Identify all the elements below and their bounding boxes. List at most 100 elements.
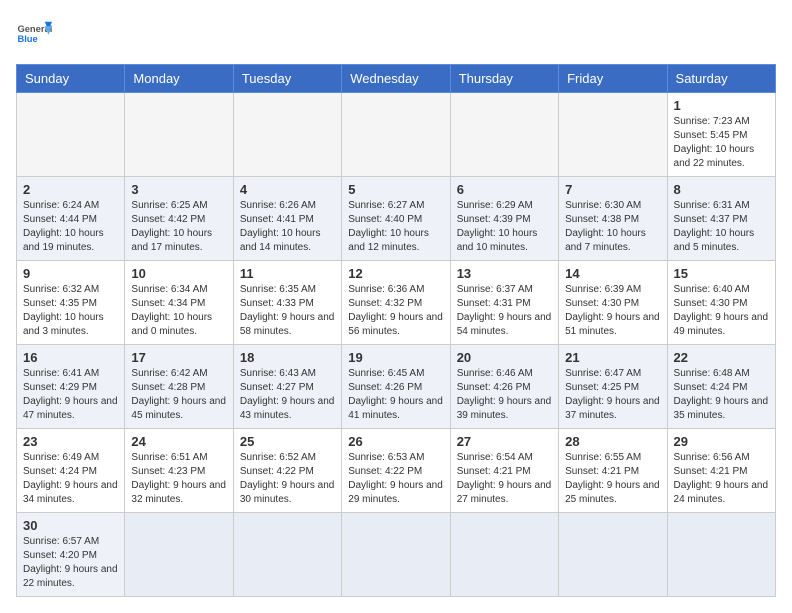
calendar-cell — [342, 93, 450, 177]
day-number: 21 — [565, 350, 660, 365]
day-info: Sunrise: 6:36 AM Sunset: 4:32 PM Dayligh… — [348, 283, 443, 339]
day-info: Sunrise: 6:45 AM Sunset: 4:26 PM Dayligh… — [348, 367, 443, 423]
calendar-cell: 4Sunrise: 6:26 AM Sunset: 4:41 PM Daylig… — [233, 177, 341, 261]
day-number: 10 — [131, 266, 226, 281]
calendar-cell: 3 Sunrise: 6:25 AM Sunset: 4:42 PM Daylig… — [125, 177, 233, 261]
day-number: 24 — [131, 434, 226, 449]
calendar-cell — [342, 513, 450, 597]
calendar-cell — [233, 93, 341, 177]
day-number: 3 — [131, 182, 226, 197]
day-number: 29 — [674, 434, 769, 449]
calendar-cell: 2 Sunrise: 6:24 AM Sunset: 4:44 PM Daylig… — [17, 177, 125, 261]
day-number: 30 — [23, 518, 118, 533]
logo: General Blue — [16, 16, 52, 52]
calendar-cell: 12 Sunrise: 6:36 AM Sunset: 4:32 PM Dayli… — [342, 261, 450, 345]
day-number: 12 — [348, 266, 443, 281]
day-number: 22 — [674, 350, 769, 365]
calendar-cell: 9 Sunrise: 6:32 AM Sunset: 4:35 PM Daylig… — [17, 261, 125, 345]
day-info: Sunrise: 6:25 AM Sunset: 4:42 PM Dayligh… — [131, 199, 226, 255]
day-number: 11 — [240, 266, 335, 281]
day-number: 6 — [457, 182, 552, 197]
calendar-cell: 10 Sunrise: 6:34 AM Sunset: 4:34 PM Dayli… — [125, 261, 233, 345]
calendar-cell — [450, 93, 558, 177]
day-info: Sunrise: 6:34 AM Sunset: 4:34 PM Dayligh… — [131, 283, 226, 339]
day-info: Sunrise: 6:48 AM Sunset: 4:24 PM Dayligh… — [674, 367, 769, 423]
calendar-cell: 16 Sunrise: 6:41 AM Sunset: 4:29 PM Dayli… — [17, 345, 125, 429]
calendar-cell: 7Sunrise: 6:30 AM Sunset: 4:38 PM Daylig… — [559, 177, 667, 261]
day-number: 5 — [348, 182, 443, 197]
day-info: Sunrise: 6:49 AM Sunset: 4:24 PM Dayligh… — [23, 451, 118, 507]
weekday-header-tuesday: Tuesday — [233, 65, 341, 93]
day-info: Sunrise: 6:29 AM Sunset: 4:39 PM Dayligh… — [457, 199, 552, 255]
weekday-header-sunday: Sunday — [17, 65, 125, 93]
calendar-cell: 21 Sunrise: 6:47 AM Sunset: 4:25 PM Dayli… — [559, 345, 667, 429]
day-info: Sunrise: 6:32 AM Sunset: 4:35 PM Dayligh… — [23, 283, 118, 339]
calendar-cell — [450, 513, 558, 597]
day-info: Sunrise: 6:37 AM Sunset: 4:31 PM Dayligh… — [457, 283, 552, 339]
day-info: Sunrise: 6:39 AM Sunset: 4:30 PM Dayligh… — [565, 283, 660, 339]
day-info: Sunrise: 6:55 AM Sunset: 4:21 PM Dayligh… — [565, 451, 660, 507]
day-info: Sunrise: 6:52 AM Sunset: 4:22 PM Dayligh… — [240, 451, 335, 507]
calendar-cell: 24 Sunrise: 6:51 AM Sunset: 4:23 PM Dayli… — [125, 429, 233, 513]
calendar-cell — [125, 93, 233, 177]
day-info: Sunrise: 6:51 AM Sunset: 4:23 PM Dayligh… — [131, 451, 226, 507]
calendar-cell: 27 Sunrise: 6:54 AM Sunset: 4:21 PM Dayli… — [450, 429, 558, 513]
calendar-week-row: 30 Sunrise: 6:57 AM Sunset: 4:20 PM Dayli… — [17, 513, 776, 597]
calendar-cell: 30 Sunrise: 6:57 AM Sunset: 4:20 PM Dayli… — [17, 513, 125, 597]
calendar-cell: 15Sunrise: 6:40 AM Sunset: 4:30 PM Dayli… — [667, 261, 775, 345]
weekday-header-friday: Friday — [559, 65, 667, 93]
day-info: Sunrise: 6:31 AM Sunset: 4:37 PM Dayligh… — [674, 199, 769, 255]
calendar-cell: 25Sunrise: 6:52 AM Sunset: 4:22 PM Dayli… — [233, 429, 341, 513]
day-info: Sunrise: 6:26 AM Sunset: 4:41 PM Dayligh… — [240, 199, 335, 255]
day-number: 16 — [23, 350, 118, 365]
day-info: Sunrise: 7:23 AM Sunset: 5:45 PM Dayligh… — [674, 115, 769, 171]
day-info: Sunrise: 6:47 AM Sunset: 4:25 PM Dayligh… — [565, 367, 660, 423]
day-info: Sunrise: 6:57 AM Sunset: 4:20 PM Dayligh… — [23, 535, 118, 591]
weekday-header-monday: Monday — [125, 65, 233, 93]
day-number: 14 — [565, 266, 660, 281]
day-info: Sunrise: 6:43 AM Sunset: 4:27 PM Dayligh… — [240, 367, 335, 423]
day-number: 19 — [348, 350, 443, 365]
day-info: Sunrise: 6:30 AM Sunset: 4:38 PM Dayligh… — [565, 199, 660, 255]
calendar-cell: 8Sunrise: 6:31 AM Sunset: 4:37 PM Daylig… — [667, 177, 775, 261]
weekday-header-thursday: Thursday — [450, 65, 558, 93]
calendar-cell: 19 Sunrise: 6:45 AM Sunset: 4:26 PM Dayli… — [342, 345, 450, 429]
day-number: 17 — [131, 350, 226, 365]
calendar-cell: 22 Sunrise: 6:48 AM Sunset: 4:24 PM Dayli… — [667, 345, 775, 429]
day-number: 15 — [674, 266, 769, 281]
calendar-cell: 13 Sunrise: 6:37 AM Sunset: 4:31 PM Dayli… — [450, 261, 558, 345]
day-info: Sunrise: 6:54 AM Sunset: 4:21 PM Dayligh… — [457, 451, 552, 507]
day-number: 13 — [457, 266, 552, 281]
calendar-week-row: 9 Sunrise: 6:32 AM Sunset: 4:35 PM Daylig… — [17, 261, 776, 345]
weekday-header-saturday: Saturday — [667, 65, 775, 93]
calendar-cell: 26Sunrise: 6:53 AM Sunset: 4:22 PM Dayli… — [342, 429, 450, 513]
svg-text:Blue: Blue — [17, 34, 37, 44]
day-number: 27 — [457, 434, 552, 449]
calendar-cell: 6 Sunrise: 6:29 AM Sunset: 4:39 PM Daylig… — [450, 177, 558, 261]
calendar-cell — [17, 93, 125, 177]
calendar-week-row: 2 Sunrise: 6:24 AM Sunset: 4:44 PM Daylig… — [17, 177, 776, 261]
day-number: 2 — [23, 182, 118, 197]
page-header: General Blue — [16, 16, 776, 52]
day-info: Sunrise: 6:56 AM Sunset: 4:21 PM Dayligh… — [674, 451, 769, 507]
day-info: Sunrise: 6:27 AM Sunset: 4:40 PM Dayligh… — [348, 199, 443, 255]
calendar-cell — [125, 513, 233, 597]
day-info: Sunrise: 6:41 AM Sunset: 4:29 PM Dayligh… — [23, 367, 118, 423]
day-number: 28 — [565, 434, 660, 449]
day-number: 1 — [674, 98, 769, 113]
day-number: 9 — [23, 266, 118, 281]
day-info: Sunrise: 6:42 AM Sunset: 4:28 PM Dayligh… — [131, 367, 226, 423]
day-number: 26 — [348, 434, 443, 449]
general-blue-logo-icon: General Blue — [16, 16, 52, 52]
day-number: 20 — [457, 350, 552, 365]
calendar-cell: 1 Sunrise: 7:23 AM Sunset: 5:45 PM Daylig… — [667, 93, 775, 177]
day-info: Sunrise: 6:35 AM Sunset: 4:33 PM Dayligh… — [240, 283, 335, 339]
day-number: 23 — [23, 434, 118, 449]
day-info: Sunrise: 6:24 AM Sunset: 4:44 PM Dayligh… — [23, 199, 118, 255]
calendar-week-row: 1 Sunrise: 7:23 AM Sunset: 5:45 PM Daylig… — [17, 93, 776, 177]
calendar-week-row: 23 Sunrise: 6:49 AM Sunset: 4:24 PM Dayli… — [17, 429, 776, 513]
day-info: Sunrise: 6:46 AM Sunset: 4:26 PM Dayligh… — [457, 367, 552, 423]
calendar-cell: 14 Sunrise: 6:39 AM Sunset: 4:30 PM Dayli… — [559, 261, 667, 345]
calendar-cell: 5 Sunrise: 6:27 AM Sunset: 4:40 PM Daylig… — [342, 177, 450, 261]
calendar-cell — [233, 513, 341, 597]
